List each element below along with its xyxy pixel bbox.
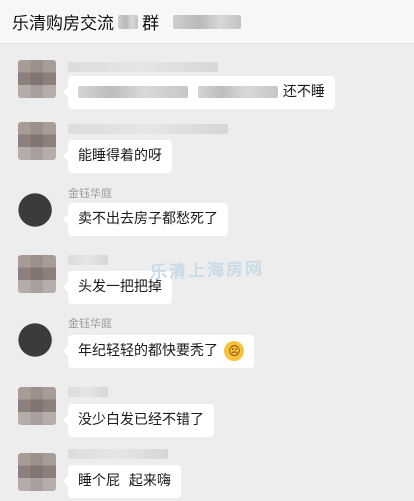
message-bubble[interactable]: 年纪轻轻的都快要秃了 ☹ xyxy=(62,335,255,368)
avatar[interactable] xyxy=(18,60,56,98)
sender-name-blurred xyxy=(68,124,228,134)
sender-name: 金钰华庭 xyxy=(68,317,112,330)
avatar[interactable] xyxy=(18,191,56,229)
chat-header: 乐清购房交流 群 xyxy=(0,0,414,44)
avatar[interactable] xyxy=(18,387,56,425)
avatar[interactable] xyxy=(18,321,56,359)
message-bubble[interactable]: 能睡得着的呀 xyxy=(63,140,172,173)
message-text: 头发一把把掉 xyxy=(78,279,162,295)
message-text: 卖不出去房子都愁死了 xyxy=(78,211,218,227)
message-bubble[interactable]: 没少白发已经不错了 xyxy=(63,404,214,437)
avatar[interactable] xyxy=(18,453,56,491)
message-text: 没少白发已经不错了 xyxy=(78,412,204,428)
message-text: 能睡得着的呀 xyxy=(78,148,162,164)
blurred-text xyxy=(198,86,279,98)
avatar[interactable] xyxy=(18,255,56,293)
sender-name-blurred xyxy=(68,449,168,459)
sender-name: 金钰华庭 xyxy=(68,187,112,200)
angry-face-icon: ☹ xyxy=(224,341,245,361)
message-text: 睡个屁 起来嗨 xyxy=(78,473,171,489)
blurred-text xyxy=(78,86,188,98)
message-bubble[interactable]: 卖不出去房子都愁死了 xyxy=(63,203,228,236)
avatar[interactable] xyxy=(18,122,56,160)
watermark: 乐清上海房网 xyxy=(149,259,265,283)
sender-name-blurred xyxy=(68,387,108,397)
sender-name-blurred xyxy=(68,62,218,72)
chat-title-suffix: 群 xyxy=(142,14,159,34)
blurred-group-name xyxy=(118,14,138,29)
blurred-member-count xyxy=(173,14,241,29)
message-text: 还不睡 xyxy=(282,84,325,100)
chat-title: 乐清购房交流 xyxy=(12,14,114,34)
message-bubble[interactable]: 睡个屁 起来嗨 xyxy=(63,465,181,498)
message-text: 年纪轻轻的都快要秃了 xyxy=(78,343,218,359)
message-bubble[interactable]: 还不睡 xyxy=(63,76,335,109)
sender-name-blurred xyxy=(68,255,108,265)
